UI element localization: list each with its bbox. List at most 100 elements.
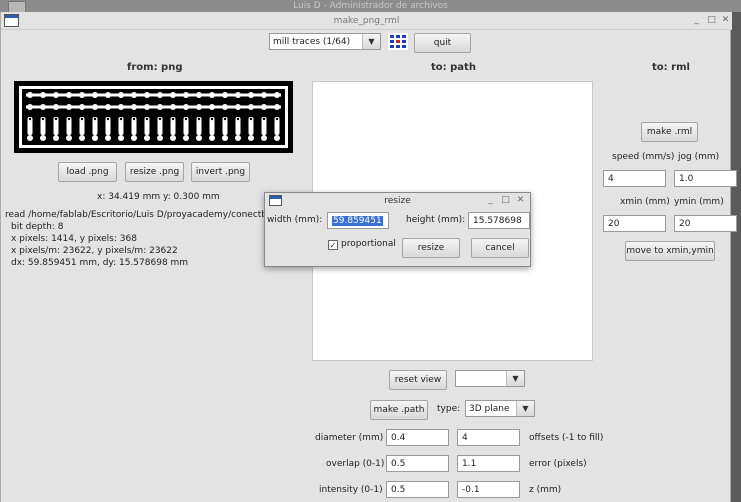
to-path-heading: to: path bbox=[431, 62, 476, 73]
dialog-minimize-button[interactable]: _ bbox=[485, 195, 496, 206]
pcb-trace bbox=[67, 117, 71, 121]
type-label: type: bbox=[437, 404, 461, 414]
path-type-select[interactable]: 3D plane ▼ bbox=[465, 400, 535, 417]
from-png-heading: from: png bbox=[127, 62, 183, 73]
pcb-trace bbox=[92, 104, 98, 110]
info-line-pixels: x pixels: 1414, y pixels: 368 bbox=[11, 234, 137, 244]
speed-field[interactable]: 4 bbox=[603, 170, 666, 187]
chevron-down-icon[interactable]: ▼ bbox=[506, 371, 524, 386]
pcb-trace bbox=[27, 135, 33, 141]
error-field[interactable]: 1.1 bbox=[457, 455, 520, 472]
pcb-trace bbox=[249, 117, 253, 121]
jog-field[interactable]: 1.0 bbox=[674, 170, 737, 187]
pcb-trace bbox=[223, 117, 227, 121]
pcb-trace bbox=[157, 104, 163, 110]
pcb-trace bbox=[235, 104, 241, 110]
pcb-trace bbox=[119, 117, 123, 121]
window-app-icon bbox=[4, 14, 19, 27]
dialog-app-icon bbox=[269, 195, 282, 206]
pcb-trace bbox=[222, 104, 228, 110]
make-path-button[interactable]: make .path bbox=[370, 400, 428, 420]
dialog-close-button[interactable]: ✕ bbox=[515, 195, 526, 206]
cursor-coordinates: x: 34.419 mm y: 0.300 mm bbox=[97, 192, 220, 202]
width-field-selected-text: 59.859451 bbox=[332, 215, 383, 226]
resize-button[interactable]: resize bbox=[402, 238, 460, 258]
height-field[interactable]: 15.578698 bbox=[468, 212, 530, 229]
pcb-trace bbox=[93, 117, 97, 121]
diameter-field[interactable]: 0.4 bbox=[386, 429, 449, 446]
pcb-trace bbox=[170, 104, 176, 110]
pcb-trace bbox=[210, 117, 214, 121]
pcb-trace bbox=[197, 117, 201, 121]
quit-button[interactable]: quit bbox=[414, 33, 471, 53]
pcb-trace bbox=[209, 135, 215, 141]
intensity-label: intensity (0-1) bbox=[319, 485, 383, 495]
pcb-trace bbox=[79, 92, 85, 98]
ymin-label: ymin (mm) bbox=[674, 197, 724, 207]
pcb-trace bbox=[196, 135, 202, 141]
overlap-field[interactable]: 0.5 bbox=[386, 455, 449, 472]
pcb-trace bbox=[158, 117, 162, 121]
height-label: height (mm): bbox=[406, 215, 466, 225]
resize-dialog: resize _ □ ✕ width (mm): 59.859451 heigh… bbox=[264, 192, 531, 267]
proportional-label: proportional bbox=[341, 239, 396, 249]
make-rml-button[interactable]: make .rml bbox=[641, 122, 698, 142]
width-field[interactable]: 59.859451 bbox=[327, 212, 389, 229]
minimize-button[interactable]: _ bbox=[691, 15, 702, 26]
mode-select[interactable]: mill traces (1/64) ▼ bbox=[269, 33, 381, 50]
pcb-trace bbox=[184, 117, 188, 121]
chevron-down-icon[interactable]: ▼ bbox=[516, 401, 534, 416]
reset-view-button[interactable]: reset view bbox=[389, 370, 447, 390]
pcb-trace bbox=[54, 117, 58, 121]
resize-png-button[interactable]: resize .png bbox=[125, 162, 184, 182]
chevron-down-icon[interactable]: ▼ bbox=[362, 34, 380, 49]
overlap-label: overlap (0-1) bbox=[326, 459, 385, 469]
jog-label: jog (mm) bbox=[678, 152, 720, 162]
pcb-trace bbox=[275, 117, 279, 121]
pcb-trace bbox=[79, 104, 85, 110]
proportional-checkbox[interactable]: ✓ bbox=[328, 240, 338, 250]
info-line-pixels-per-m: x pixels/m: 23622, y pixels/m: 23622 bbox=[11, 246, 178, 256]
xmin-field[interactable]: 20 bbox=[603, 215, 666, 232]
ymin-field[interactable]: 20 bbox=[674, 215, 737, 232]
pcb-trace bbox=[105, 104, 111, 110]
pcb-trace bbox=[53, 135, 59, 141]
pcb-trace bbox=[106, 117, 110, 121]
pcb-trace bbox=[27, 92, 33, 98]
pcb-trace bbox=[157, 92, 163, 98]
z-field[interactable]: -0.1 bbox=[457, 481, 520, 498]
load-png-button[interactable]: load .png bbox=[58, 162, 117, 182]
pcb-trace bbox=[28, 117, 32, 121]
color-palette-icon[interactable] bbox=[388, 33, 408, 50]
close-button[interactable]: ✕ bbox=[720, 15, 731, 26]
invert-png-button[interactable]: invert .png bbox=[191, 162, 250, 182]
pcb-trace bbox=[144, 135, 150, 141]
path-type-value: 3D plane bbox=[469, 403, 510, 414]
pcb-trace bbox=[118, 104, 124, 110]
offsets-field[interactable]: 4 bbox=[457, 429, 520, 446]
pcb-trace bbox=[236, 117, 240, 121]
pcb-trace bbox=[41, 117, 45, 121]
dialog-maximize-button[interactable]: □ bbox=[500, 195, 511, 206]
pcb-trace bbox=[53, 92, 59, 98]
pcb-trace bbox=[66, 104, 72, 110]
pcb-trace bbox=[196, 92, 202, 98]
speed-label: speed (mm/s) bbox=[612, 152, 675, 162]
xmin-label: xmin (mm) bbox=[620, 197, 670, 207]
view-select[interactable]: ▼ bbox=[455, 370, 525, 387]
pcb-trace bbox=[261, 104, 267, 110]
window-titlebar: make_png_rml bbox=[1, 12, 732, 30]
maximize-button[interactable]: □ bbox=[706, 15, 717, 26]
pcb-trace bbox=[235, 135, 241, 141]
pcb-trace bbox=[131, 135, 137, 141]
move-to-xmin-ymin-button[interactable]: move to xmin,ymin bbox=[625, 241, 715, 261]
main-window: make_png_rml _ □ ✕ mill traces (1/64) ▼ … bbox=[0, 12, 737, 502]
pcb-trace bbox=[183, 104, 189, 110]
pcb-trace bbox=[274, 135, 280, 141]
background-window-titlebar: Luis D - Administrador de archivos bbox=[0, 0, 741, 12]
pcb-trace bbox=[262, 117, 266, 121]
intensity-field[interactable]: 0.5 bbox=[386, 481, 449, 498]
cancel-button[interactable]: cancel bbox=[471, 238, 529, 258]
pcb-trace bbox=[261, 92, 267, 98]
pcb-trace bbox=[40, 92, 46, 98]
